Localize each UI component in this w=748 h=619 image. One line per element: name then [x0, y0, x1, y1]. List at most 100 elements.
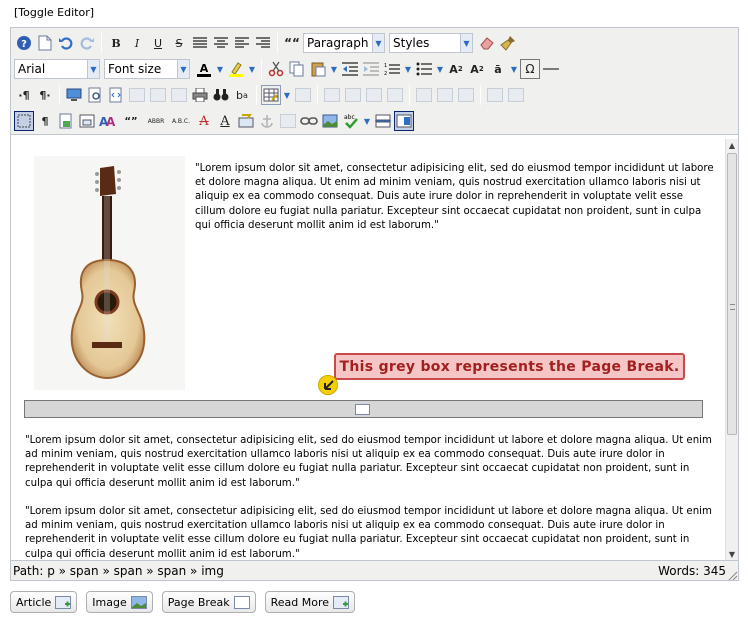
document-edit-icon[interactable] [169, 85, 189, 105]
row-before-icon[interactable] [343, 85, 363, 105]
chevron-down-icon[interactable]: ▼ [509, 59, 519, 79]
blockquote-icon[interactable]: ““ [282, 33, 302, 53]
show-blocks-icon[interactable]: ¶ [35, 111, 55, 131]
outdent-icon[interactable] [340, 59, 360, 79]
toolbar-separator [480, 85, 481, 105]
underline-icon[interactable]: U [148, 33, 168, 53]
chevron-down-icon[interactable]: ▼ [362, 111, 372, 131]
preview-icon[interactable] [85, 85, 105, 105]
editor-content-area[interactable]: "Lorem ipsum dolor sit amet, consectetur… [11, 139, 726, 560]
merge-cells-icon[interactable] [506, 85, 526, 105]
template-insert-icon[interactable] [56, 111, 76, 131]
read-more-button[interactable]: Read More [264, 591, 355, 613]
chevron-down-icon[interactable]: ▼ [215, 59, 225, 79]
text-color-icon[interactable]: A [194, 59, 214, 79]
eraser-icon[interactable] [477, 33, 497, 53]
align-center-icon[interactable] [211, 33, 231, 53]
superscript-icon[interactable]: A2 [467, 59, 487, 79]
read-more-insert-icon[interactable] [394, 111, 414, 131]
cell-props-icon[interactable] [322, 85, 342, 105]
svg-text:?: ? [21, 39, 27, 50]
abbreviation-icon[interactable]: ABBR [144, 111, 168, 131]
find-binoculars-icon[interactable] [211, 85, 231, 105]
delete-row-icon[interactable] [385, 85, 405, 105]
numbered-list-icon[interactable]: 12 [382, 59, 402, 79]
page-break-marker[interactable] [24, 400, 703, 418]
cite-icon[interactable]: “” [119, 111, 143, 131]
align-right-icon[interactable] [253, 33, 273, 53]
scroll-up-icon[interactable]: ▲ [726, 139, 738, 151]
insert-table-icon[interactable] [261, 85, 281, 105]
chevron-down-icon[interactable]: ▼ [247, 59, 257, 79]
cut-icon[interactable] [266, 59, 286, 79]
ltr-direction-icon[interactable]: ·¶ [14, 85, 34, 105]
bold-icon[interactable]: B [106, 33, 126, 53]
element-path[interactable]: Path: p » span » span » span » img [13, 564, 224, 578]
row-after-icon[interactable] [364, 85, 384, 105]
strikethrough-icon[interactable]: S [169, 33, 189, 53]
anchor-icon[interactable] [257, 111, 277, 131]
split-cells-icon[interactable] [485, 85, 505, 105]
visual-aid-icon[interactable] [14, 111, 34, 131]
link-icon[interactable] [299, 111, 319, 131]
cleanup-brush-icon[interactable] [498, 33, 518, 53]
toggle-editor-link[interactable]: [Toggle Editor] [14, 6, 94, 19]
editor-scrollbar[interactable]: ▲ ▼ [725, 139, 738, 560]
col-after-icon[interactable] [435, 85, 455, 105]
new-document-icon[interactable] [35, 33, 55, 53]
spellcheck-icon[interactable]: abc [341, 111, 361, 131]
bullet-list-icon[interactable] [414, 59, 434, 79]
help-icon[interactable]: ? [14, 33, 34, 53]
chevron-down-icon[interactable]: ▼ [329, 59, 339, 79]
styles-select[interactable]: Styles ▼ [389, 33, 473, 53]
image-icon[interactable] [320, 111, 340, 131]
copy-icon[interactable] [287, 59, 307, 79]
image-button[interactable]: Image [86, 591, 153, 613]
delete-table-icon[interactable] [293, 85, 313, 105]
undo-icon[interactable] [56, 33, 76, 53]
align-left-icon[interactable] [232, 33, 252, 53]
font-size-select[interactable]: Font size ▼ [104, 59, 190, 79]
article-button-label: Article [16, 595, 52, 609]
code-icon[interactable] [106, 85, 126, 105]
template-icon[interactable] [127, 85, 147, 105]
image-icon [130, 595, 147, 609]
align-justify-icon[interactable] [190, 33, 210, 53]
format-select[interactable]: Paragraph ▼ [303, 33, 385, 53]
character-map-text-icon[interactable]: ā [488, 59, 508, 79]
replace-icon[interactable]: ba [232, 85, 252, 105]
layer-icon[interactable] [77, 111, 97, 131]
page-break-button[interactable]: Page Break [161, 591, 256, 613]
chevron-down-icon[interactable]: ▼ [282, 85, 292, 105]
delete-col-icon[interactable] [456, 85, 476, 105]
italic-icon[interactable]: I [127, 33, 147, 53]
delete-text-icon[interactable]: A [194, 111, 214, 131]
chevron-down-icon[interactable]: ▼ [435, 59, 445, 79]
page-break-icon [355, 404, 370, 415]
print-icon[interactable] [190, 85, 210, 105]
unlink-icon[interactable] [278, 111, 298, 131]
chevron-down-icon[interactable]: ▼ [403, 59, 413, 79]
file-icon[interactable] [148, 85, 168, 105]
horizontal-rule-icon[interactable] [541, 59, 561, 79]
resize-grip-icon[interactable] [728, 570, 738, 581]
rtl-direction-icon[interactable]: ¶· [35, 85, 55, 105]
scroll-down-icon[interactable]: ▼ [726, 548, 738, 560]
acronym-icon[interactable]: A.B.C. [169, 111, 193, 131]
subscript-icon[interactable]: A2 [446, 59, 466, 79]
fullscreen-icon[interactable] [64, 85, 84, 105]
article-button[interactable]: Article [10, 591, 78, 613]
col-before-icon[interactable] [414, 85, 434, 105]
guitar-image[interactable] [34, 156, 185, 390]
paste-icon[interactable] [308, 59, 328, 79]
page-break-insert-icon[interactable] [373, 111, 393, 131]
font-family-select[interactable]: Arial ▼ [14, 59, 100, 79]
scrollbar-thumb[interactable] [727, 153, 737, 435]
insert-text-icon[interactable]: A [215, 111, 235, 131]
indent-icon[interactable] [361, 59, 381, 79]
special-character-icon[interactable]: Ω [520, 59, 540, 79]
redo-icon[interactable] [77, 33, 97, 53]
highlight-color-icon[interactable] [226, 59, 246, 79]
style-props-icon[interactable]: AA [98, 111, 118, 131]
attributes-icon[interactable] [236, 111, 256, 131]
